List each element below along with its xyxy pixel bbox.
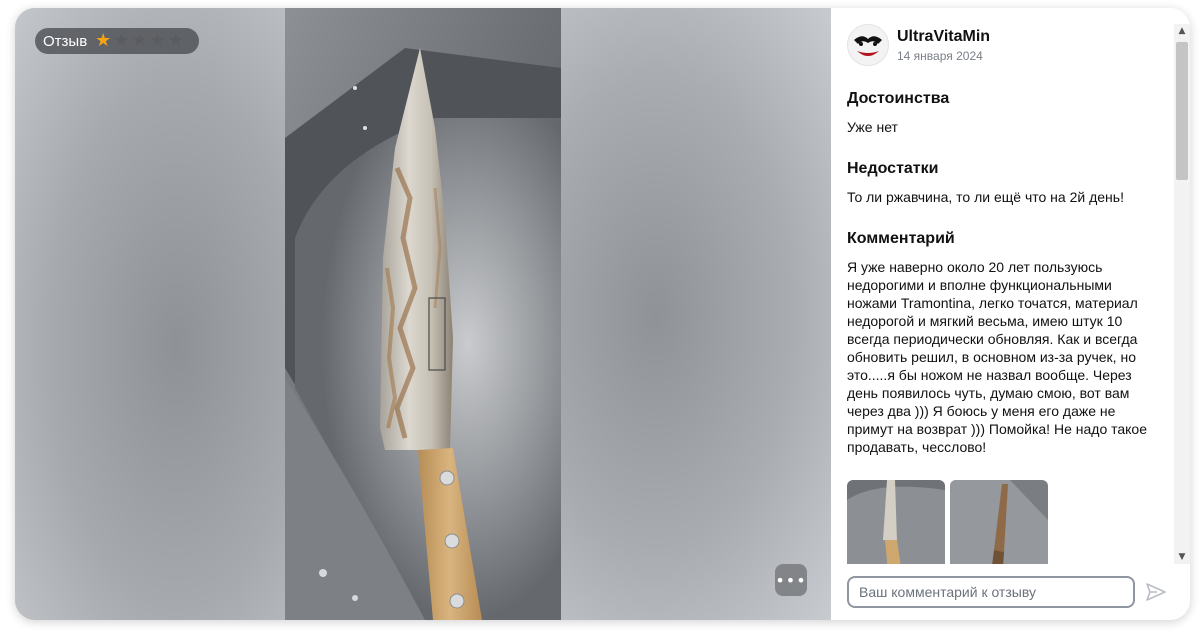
comment-heading: Комментарий — [847, 230, 955, 247]
rating-label: Отзыв — [43, 32, 88, 50]
review-panel: UltraVitaMin 14 января 2024 Достоинства … — [831, 8, 1190, 620]
photo-thumbnails — [847, 480, 1157, 564]
star-icon: ★ — [149, 30, 166, 51]
photo-thumbnail[interactable] — [847, 480, 945, 564]
review-content: UltraVitaMin 14 января 2024 Достоинства … — [831, 8, 1173, 564]
photo-viewer: Отзыв ★ ★ ★ ★ ★ ••• — [15, 8, 831, 620]
scroll-down-icon[interactable]: ▼ — [1174, 550, 1190, 564]
pros-heading: Достоинства — [847, 90, 950, 107]
review-author: UltraVitaMin 14 января 2024 — [847, 24, 1157, 66]
scrollbar-thumb[interactable] — [1176, 42, 1188, 180]
more-dots-icon[interactable]: ••• — [775, 564, 807, 596]
photo-blur-left — [15, 8, 285, 620]
photo-blur-right — [561, 8, 831, 620]
review-photo — [285, 8, 561, 620]
author-name[interactable]: UltraVitaMin — [897, 28, 990, 46]
comment-text: Я уже наверно около 20 лет пользуюсь нед… — [847, 259, 1148, 455]
comment-input[interactable]: Ваш комментарий к отзыву — [847, 576, 1135, 608]
scrollbar[interactable]: ▲ ▼ — [1174, 24, 1190, 564]
send-icon[interactable] — [1143, 576, 1169, 608]
star-icon: ★ — [95, 30, 112, 51]
review-date: 14 января 2024 — [897, 48, 983, 63]
cons-text: То ли ржавчина, то ли ещё что на 2й день… — [847, 189, 1124, 205]
pros-text: Уже нет — [847, 119, 898, 135]
rating-badge: Отзыв ★ ★ ★ ★ ★ — [35, 28, 199, 54]
star-icon: ★ — [113, 30, 130, 51]
avatar[interactable] — [847, 24, 889, 66]
star-icon: ★ — [167, 30, 184, 51]
cons-heading: Недостатки — [847, 160, 939, 177]
star-icon: ★ — [131, 30, 148, 51]
scroll-up-icon[interactable]: ▲ — [1174, 24, 1190, 38]
review-modal: Отзыв ★ ★ ★ ★ ★ ••• UltraVitaMin 14 янва… — [15, 8, 1190, 620]
photo-thumbnail[interactable] — [950, 480, 1048, 564]
